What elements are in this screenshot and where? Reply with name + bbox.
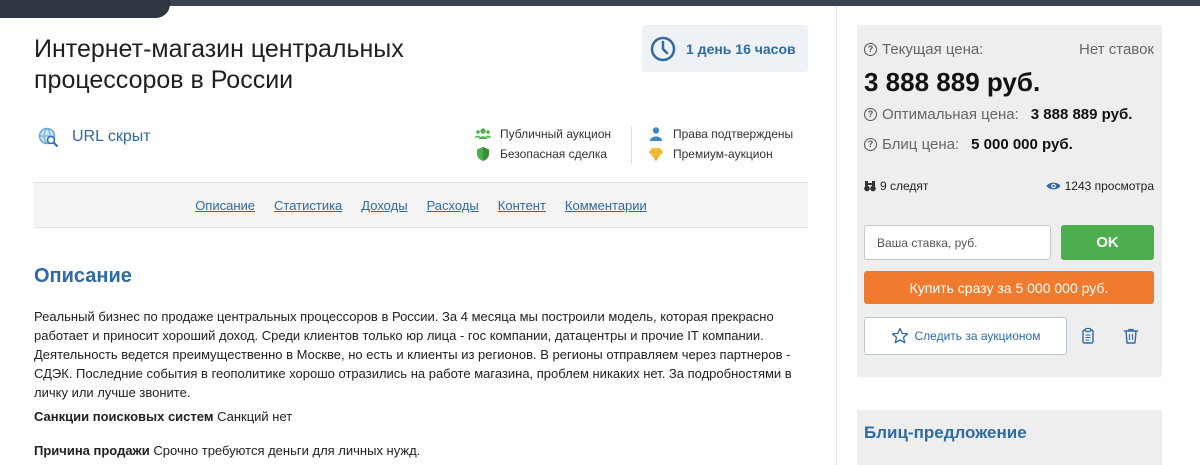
blitz-price-value: 5 000 000 руб.	[971, 136, 1073, 153]
section-nav: Описание Статистика Доходы Расходы Конте…	[34, 182, 808, 228]
badges-left: Публичный аукцион Безопасная сделка	[475, 124, 611, 164]
current-price-row: ? Текущая цена:	[864, 41, 983, 58]
nav-expenses[interactable]: Расходы	[427, 198, 479, 213]
listing-title: Интернет-магазин центральных процессоров…	[34, 35, 404, 94]
sale-reason-label: Причина продажи	[34, 443, 150, 458]
shield-icon	[477, 147, 489, 161]
help-icon[interactable]: ?	[864, 43, 877, 56]
badge-separator	[631, 126, 632, 164]
views-count: 1243 просмотра	[1064, 179, 1154, 193]
follow-auction-button[interactable]: Следить за аукционом	[864, 317, 1067, 355]
badge-public-auction: Публичный аукцион	[475, 124, 611, 144]
current-price-value: 3 888 889 руб.	[864, 67, 1041, 97]
sale-reason-value: Срочно требуются деньги для личных нужд.	[153, 443, 421, 458]
blitz-offer-panel: Блиц-предложение	[857, 410, 1162, 465]
column-divider	[836, 6, 837, 465]
nav-income[interactable]: Доходы	[361, 198, 407, 213]
description-heading: Описание	[34, 265, 132, 287]
user-icon	[650, 127, 662, 141]
diamond-icon	[649, 147, 663, 162]
blitz-price-label: Блиц цена:	[882, 136, 960, 153]
top-bar	[0, 0, 1200, 18]
star-icon	[891, 327, 908, 344]
time-left-badge: 1 день 16 часов	[642, 25, 808, 72]
description-text: Реальный бизнес по продаже центральных п…	[34, 309, 792, 400]
nav-comments[interactable]: Комментарии	[565, 198, 647, 213]
place-bid-button[interactable]: OK	[1061, 225, 1154, 260]
sale-reason-row: Причина продажи Срочно требуются деньги …	[34, 443, 420, 458]
clock-icon	[650, 36, 676, 61]
badge-safe-deal-label: Безопасная сделка	[500, 147, 608, 161]
badge-premium-auction: Премиум-аукцион	[648, 144, 793, 164]
eye-icon	[1046, 182, 1061, 190]
optimal-price-row: ? Оптимальная цена: 3 888 889 руб.	[864, 106, 1132, 123]
watchers-stat: 9 следят	[864, 179, 928, 193]
sanctions-row: Санкции поисковых систем Санкций нет	[34, 409, 292, 424]
badge-safe-deal: Безопасная сделка	[475, 144, 611, 164]
current-price-label: Текущая цена:	[882, 41, 984, 58]
top-bar-tab	[0, 0, 170, 18]
bid-input[interactable]	[864, 225, 1051, 260]
nav-content[interactable]: Контент	[498, 198, 546, 213]
optimal-price-label: Оптимальная цена:	[882, 106, 1019, 123]
watchers-count: 9 следят	[880, 179, 929, 193]
nav-statistics[interactable]: Статистика	[274, 198, 342, 213]
badge-premium-auction-label: Премиум-аукцион	[673, 147, 773, 161]
optimal-price-value: 3 888 889 руб.	[1030, 106, 1133, 123]
buy-now-button[interactable]: Купить сразу за 5 000 000 руб.	[864, 271, 1154, 304]
badge-rights-confirmed-label: Права подтверждены	[673, 127, 794, 141]
sanctions-label: Санкции поисковых систем	[34, 409, 214, 424]
price-panel: ? Текущая цена: Нет ставок 3 888 889 руб…	[857, 25, 1162, 377]
badge-public-auction-label: Публичный аукцион	[500, 127, 612, 141]
badge-rights-confirmed: Права подтверждены	[648, 124, 793, 144]
nav-description[interactable]: Описание	[195, 198, 255, 213]
help-icon[interactable]: ?	[864, 138, 877, 151]
time-left-text: 1 день 16 часов	[686, 40, 796, 57]
follow-auction-label: Следить за аукционом	[914, 329, 1041, 343]
trash-icon[interactable]	[1122, 327, 1140, 345]
no-bids-text: Нет ставок	[1079, 41, 1154, 58]
clipboard-icon[interactable]	[1079, 327, 1097, 345]
badges-right: Права подтверждены Премиум-аукцион	[648, 124, 793, 164]
globe-search-icon	[38, 127, 58, 147]
users-icon	[475, 128, 491, 139]
views-stat: 1243 просмотра	[1046, 179, 1154, 193]
sanctions-value: Санкций нет	[217, 409, 293, 424]
binoculars-icon	[864, 181, 876, 192]
url-hidden: URL скрыт	[37, 126, 151, 148]
url-hidden-label: URL скрыт	[72, 128, 151, 145]
blitz-price-row: ? Блиц цена: 5 000 000 руб.	[864, 136, 1073, 153]
blitz-offer-title: Блиц-предложение	[864, 423, 1027, 442]
help-icon[interactable]: ?	[864, 108, 877, 121]
